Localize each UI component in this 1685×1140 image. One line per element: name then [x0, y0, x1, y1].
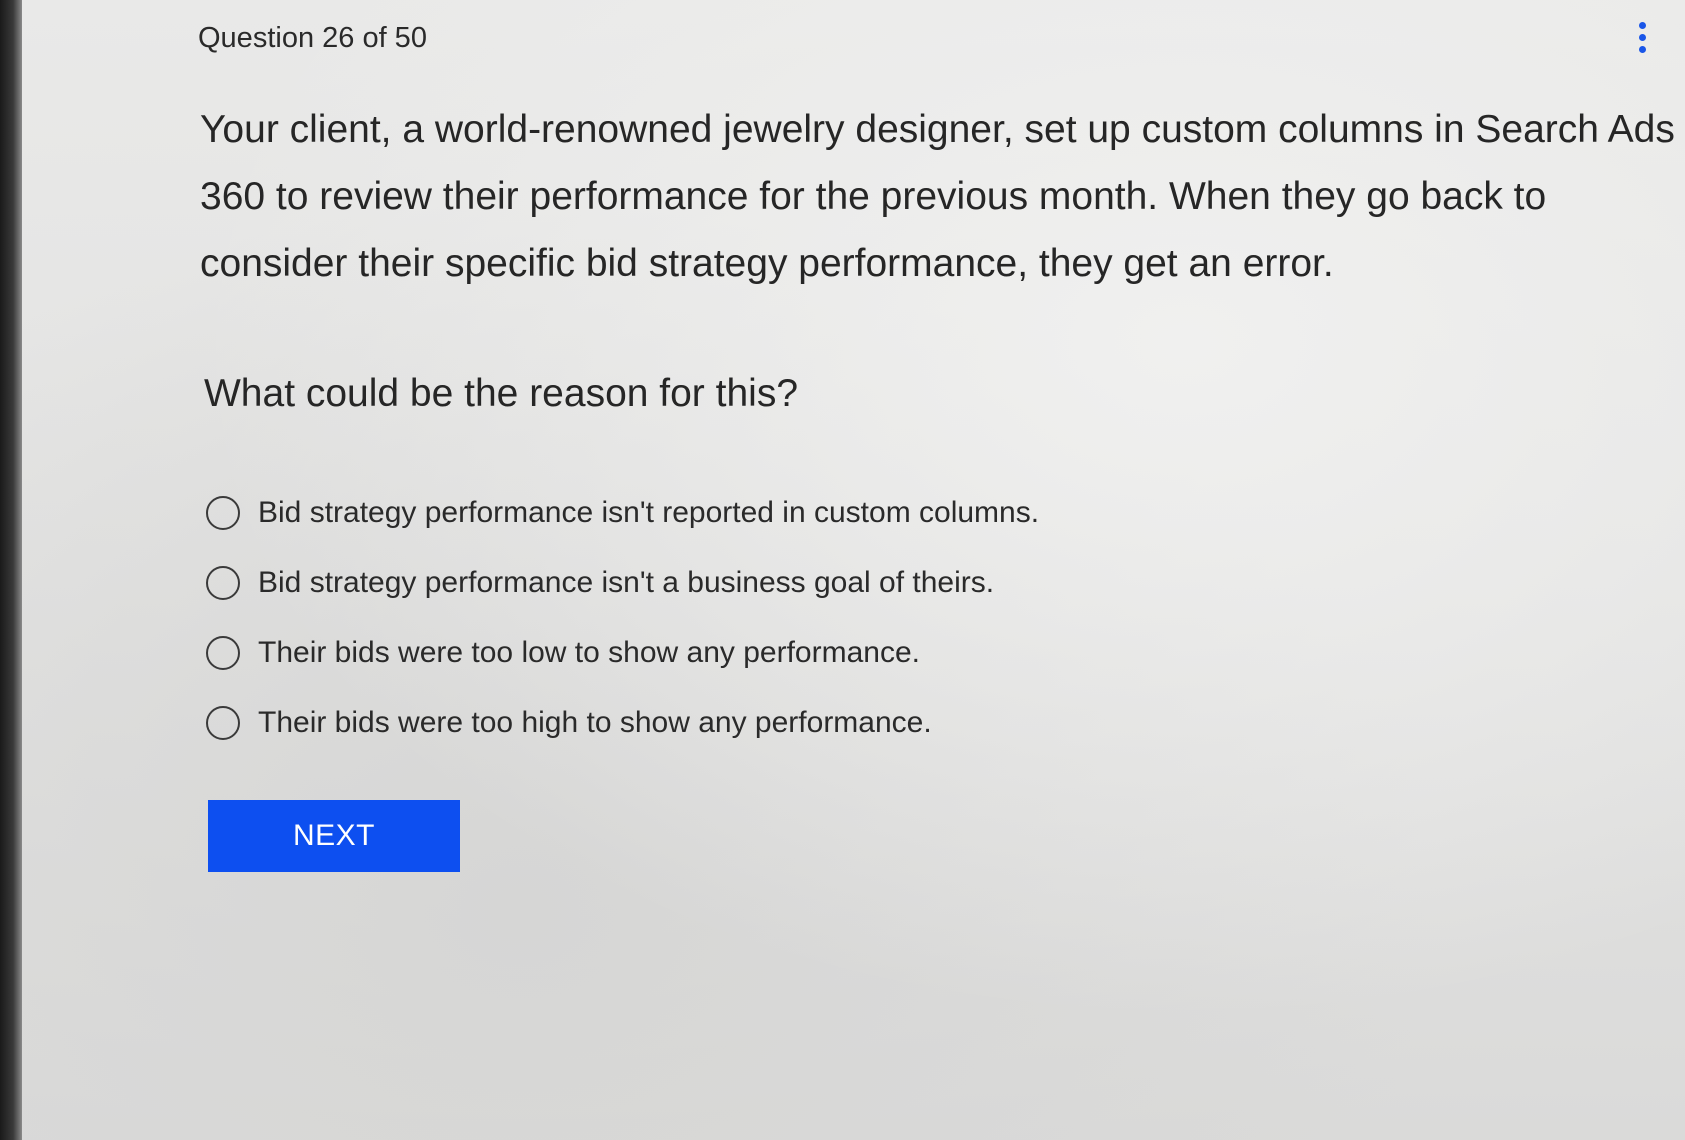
- answer-option-label: Their bids were too high to show any per…: [258, 706, 932, 739]
- kebab-dot: [1638, 34, 1646, 41]
- answer-option-1[interactable]: Bid strategy performance isn't reported …: [206, 478, 1406, 548]
- next-button[interactable]: NEXT: [208, 800, 460, 872]
- radio-unchecked-icon[interactable]: [206, 566, 240, 600]
- answer-option-label: Bid strategy performance isn't a busines…: [258, 566, 995, 599]
- quiz-screen: Question 26 of 50 Your client, a world-r…: [22, 0, 1685, 1140]
- more-vertical-icon[interactable]: [1634, 22, 1650, 62]
- radio-unchecked-icon[interactable]: [206, 496, 240, 530]
- kebab-dot: [1638, 22, 1646, 29]
- answer-option-3[interactable]: Their bids were too low to show any perf…: [206, 618, 1406, 688]
- answer-option-label: Their bids were too low to show any perf…: [258, 636, 920, 669]
- kebab-dot: [1638, 46, 1646, 53]
- answer-options: Bid strategy performance isn't reported …: [206, 478, 1406, 758]
- question-counter: Question 26 of 50: [198, 22, 427, 54]
- radio-unchecked-icon[interactable]: [206, 636, 240, 670]
- question-prompt: What could be the reason for this?: [204, 372, 799, 415]
- question-text: Your client, a world-renowned jewelry de…: [200, 108, 1675, 285]
- device-bezel: [0, 0, 22, 1140]
- answer-option-label: Bid strategy performance isn't reported …: [258, 496, 1040, 529]
- radio-unchecked-icon[interactable]: [206, 706, 240, 740]
- answer-option-2[interactable]: Bid strategy performance isn't a busines…: [206, 548, 1406, 618]
- answer-option-4[interactable]: Their bids were too high to show any per…: [206, 688, 1406, 758]
